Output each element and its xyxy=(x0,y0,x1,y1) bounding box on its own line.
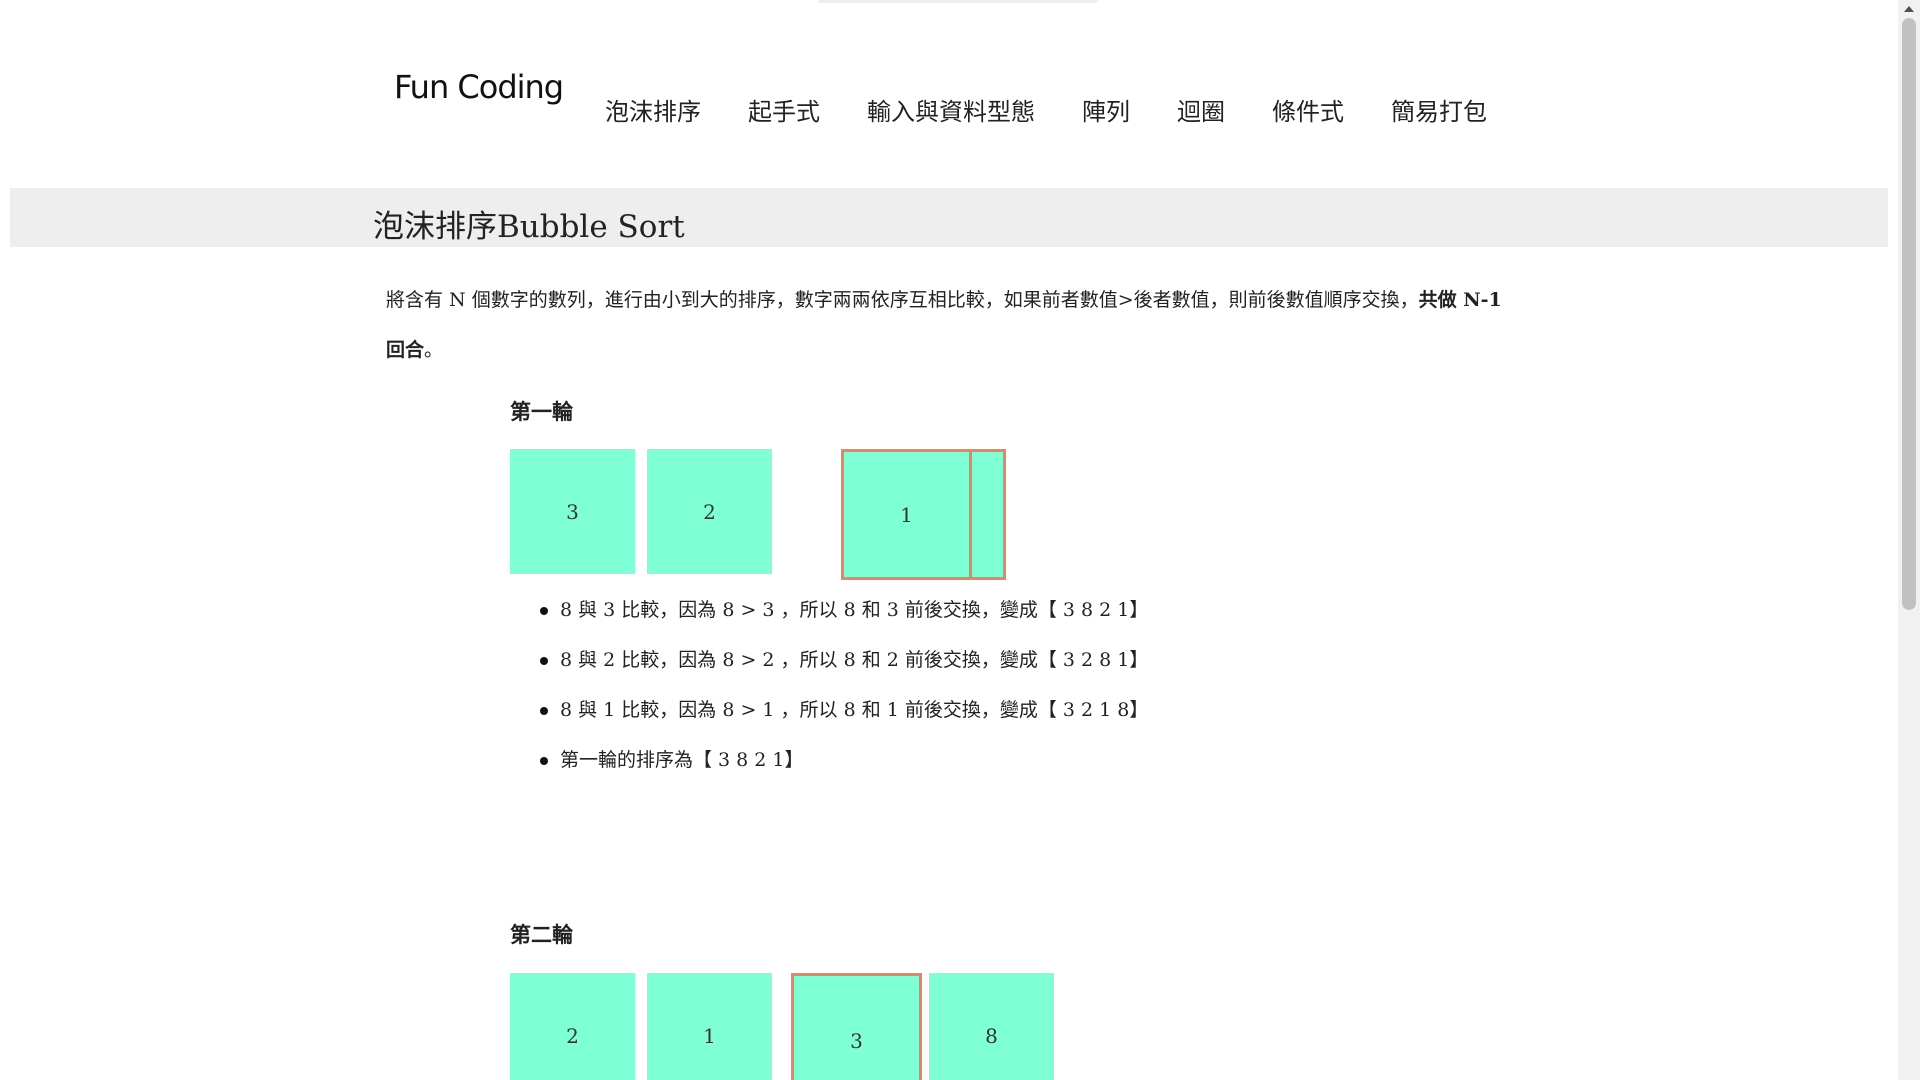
round1-heading: 第一輪 xyxy=(510,399,573,424)
site-logo[interactable]: Fun Coding xyxy=(394,68,564,106)
round2-box-value: 2 xyxy=(566,1023,579,1048)
round1-box-3: 3 xyxy=(510,449,635,574)
scroll-up-arrow-icon[interactable] xyxy=(1904,6,1914,12)
round1-box-value: 3 xyxy=(566,499,579,524)
list-item: 8 與 1 比較，因為 8 > 1 ，所以 8 和 1 前後交換，變成【 3 2… xyxy=(540,690,1148,740)
top-tab-hint xyxy=(818,0,1098,3)
round2-heading: 第二輪 xyxy=(510,922,573,947)
list-item: 第一輪的排序為【 3 8 2 1】 xyxy=(540,740,1148,790)
page-title: 泡沫排序Bubble Sort xyxy=(373,209,685,245)
nav-item-getting-started[interactable]: 起手式 xyxy=(748,92,820,127)
nav-item-conditionals[interactable]: 條件式 xyxy=(1272,92,1344,127)
list-item: 8 與 2 比較，因為 8 > 2 ，所以 8 和 2 前後交換，變成【 3 2… xyxy=(540,640,1148,690)
round1-box-2: 2 xyxy=(647,449,772,574)
intro-paragraph: 將含有 N 個數字的數列，進行由小到大的排序，數字兩兩依序互相比較，如果前者數值… xyxy=(386,275,1526,375)
round1-box-1-highlighted: 1 xyxy=(841,449,972,580)
nav-item-input-datatypes[interactable]: 輸入與資料型態 xyxy=(867,92,1035,127)
round2-box-2: 2 xyxy=(510,973,635,1080)
round1-steps-list: 8 與 3 比較，因為 8 > 3 ，所以 8 和 3 前後交換，變成【 3 8… xyxy=(540,590,1148,790)
round2-box-value: 8 xyxy=(985,1023,998,1048)
round2-box-value: 3 xyxy=(850,1028,863,1053)
scrollbar-thumb[interactable] xyxy=(1902,18,1916,610)
round1-moving-box-edge xyxy=(969,449,1006,580)
round1-box-value: 1 xyxy=(900,502,913,527)
intro-text: 將含有 N 個數字的數列，進行由小到大的排序，數字兩兩依序互相比較，如果前者數值… xyxy=(386,289,1419,311)
title-bar: 泡沫排序Bubble Sort xyxy=(10,188,1888,247)
round2-box-3-highlighted: 3 xyxy=(791,973,922,1080)
nav-item-loops[interactable]: 迴圈 xyxy=(1177,92,1225,127)
main-nav: 泡沫排序 起手式 輸入與資料型態 陣列 迴圈 條件式 簡易打包 xyxy=(605,92,1487,127)
nav-item-packaging[interactable]: 簡易打包 xyxy=(1391,92,1487,127)
round1-box-value: 2 xyxy=(703,499,716,524)
round2-box-1: 1 xyxy=(647,973,772,1080)
intro-end: 。 xyxy=(424,339,444,361)
vertical-scrollbar[interactable] xyxy=(1898,0,1920,1080)
list-item: 8 與 3 比較，因為 8 > 3 ，所以 8 和 3 前後交換，變成【 3 8… xyxy=(540,590,1148,640)
nav-item-bubble-sort[interactable]: 泡沫排序 xyxy=(605,92,701,127)
round2-box-8: 8 xyxy=(929,973,1054,1080)
nav-item-arrays[interactable]: 陣列 xyxy=(1082,92,1130,127)
page: Fun Coding 泡沫排序 起手式 輸入與資料型態 陣列 迴圈 條件式 簡易… xyxy=(0,0,1920,1080)
round2-box-value: 1 xyxy=(703,1023,716,1048)
